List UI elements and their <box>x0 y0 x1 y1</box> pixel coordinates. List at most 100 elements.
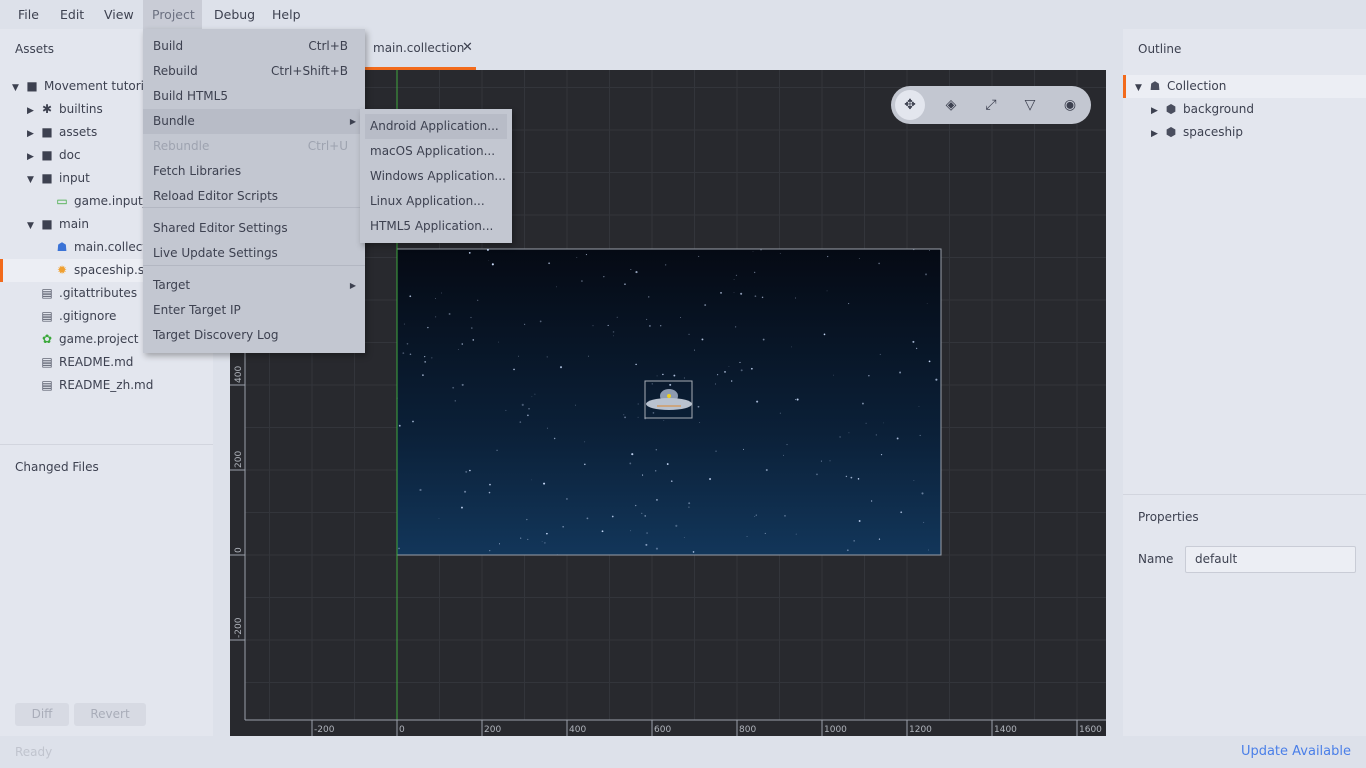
revert-button[interactable]: Revert <box>74 703 146 726</box>
star <box>850 476 853 479</box>
tab-main-collection[interactable]: main.collection ✕ <box>363 29 476 70</box>
star <box>915 347 918 350</box>
chevron-down-icon[interactable]: ▼ <box>27 215 39 236</box>
chevron-right-icon[interactable]: ▶ <box>27 123 39 144</box>
update-available-link[interactable]: Update Available <box>1241 744 1351 759</box>
asset-item[interactable]: ▼ ■ Movement tutoria <box>12 75 151 98</box>
x-tick-label: 1600 <box>1079 725 1102 735</box>
bundle-item[interactable]: Android Application... <box>365 114 507 139</box>
chevron-right-icon[interactable]: ▶ <box>27 100 39 121</box>
menu-item-rebuild[interactable]: Rebuild Ctrl+Shift+B <box>143 59 365 84</box>
menu-item-enter-target-ip[interactable]: Enter Target IP <box>143 298 365 323</box>
menu-item-shared-editor-settings[interactable]: Shared Editor Settings <box>143 216 365 241</box>
star <box>666 463 669 465</box>
star <box>740 292 743 295</box>
star <box>656 375 658 377</box>
chevron-right-icon[interactable]: ▶ <box>1151 100 1163 121</box>
menu-debug[interactable]: Debug <box>205 0 264 29</box>
bundle-item[interactable]: Windows Application... <box>365 164 507 189</box>
star <box>697 405 700 408</box>
asset-item[interactable]: ✹ spaceship.scr <box>54 259 156 282</box>
star <box>524 323 526 325</box>
bundle-item[interactable]: Linux Application... <box>365 189 507 214</box>
diff-button[interactable]: Diff <box>15 703 69 726</box>
chevron-down-icon[interactable]: ▼ <box>27 169 39 190</box>
bundle-item[interactable]: HTML5 Application... <box>365 214 507 239</box>
star <box>644 515 646 517</box>
menu-edit[interactable]: Edit <box>51 0 93 29</box>
asset-label: input <box>59 171 90 185</box>
asset-item[interactable]: ▶ ■ doc <box>27 144 81 167</box>
asset-item[interactable]: ▭ game.input_l <box>54 190 152 213</box>
close-icon[interactable]: ✕ <box>462 40 473 55</box>
star <box>461 506 463 509</box>
chevron-down-icon[interactable]: ▼ <box>12 77 24 98</box>
menu-item-fetch-libraries[interactable]: Fetch Libraries <box>143 159 365 184</box>
chevron-right-icon[interactable]: ▶ <box>27 146 39 167</box>
scene-toolbar: ✥ ◈ ⤢ ▽ ◉ <box>891 86 1091 124</box>
outline-item-spaceship[interactable]: ▶ ⬢ spaceship <box>1151 121 1243 144</box>
asset-item[interactable]: ▤ .gitattributes <box>39 282 137 305</box>
menu-item-reload-editor-scripts[interactable]: Reload Editor Scripts <box>143 184 365 209</box>
menu-help[interactable]: Help <box>263 0 310 29</box>
asset-item[interactable]: ▤ README_zh.md <box>39 374 153 397</box>
star <box>566 498 568 500</box>
menu-view[interactable]: View <box>95 0 143 29</box>
menu-file[interactable]: File <box>9 0 48 29</box>
star <box>409 353 412 356</box>
menu-item-target-discovery-log[interactable]: Target Discovery Log <box>143 323 365 348</box>
outline-item-background[interactable]: ▶ ⬢ background <box>1151 98 1254 121</box>
asset-item[interactable]: ▼ ■ input <box>27 167 90 190</box>
cube-icon: ⬢ <box>1165 102 1177 116</box>
menu-project[interactable]: Project <box>143 0 202 29</box>
star <box>406 343 409 345</box>
star <box>630 530 632 532</box>
rotate-tool-icon[interactable]: ◈ <box>936 90 966 120</box>
asset-item[interactable]: ▶ ■ assets <box>27 121 97 144</box>
star <box>683 377 685 379</box>
move-tool-icon[interactable]: ✥ <box>895 90 925 120</box>
asset-item[interactable]: ▶ ✱ builtins <box>27 98 103 121</box>
asset-label: game.input_l <box>74 194 153 208</box>
menu-item-label: Reload Editor Scripts <box>153 189 279 203</box>
menu-item-label: Target <box>153 278 191 292</box>
star <box>611 515 614 518</box>
visibility-icon[interactable]: ◉ <box>1055 90 1085 120</box>
star <box>648 324 651 327</box>
star <box>403 323 405 325</box>
asset-item[interactable]: ▼ ■ main <box>27 213 89 236</box>
chevron-down-icon[interactable]: ▼ <box>1135 77 1147 98</box>
star <box>655 449 658 451</box>
star <box>646 318 648 320</box>
chevron-right-icon[interactable]: ▶ <box>1151 123 1163 144</box>
asset-item[interactable]: ✿ game.project <box>39 328 139 351</box>
star <box>641 474 644 476</box>
menu-item-build-html5[interactable]: Build HTML5 <box>143 84 365 109</box>
star <box>496 449 498 451</box>
menu-item-target[interactable]: Target ▶ <box>143 273 365 298</box>
star <box>733 292 735 293</box>
star <box>816 473 818 476</box>
puzzle-icon: ✱ <box>41 102 53 116</box>
x-tick-label: -200 <box>314 725 335 735</box>
asset-item[interactable]: ☗ main.collecti <box>54 236 151 259</box>
bundle-item[interactable]: macOS Application... <box>365 139 507 164</box>
shortcut-label: Ctrl+B <box>308 39 348 53</box>
perspective-icon[interactable]: ▽ <box>1015 90 1045 120</box>
star <box>913 480 915 481</box>
asset-item[interactable]: ▤ .gitignore <box>39 305 116 328</box>
menu-item-live-update-settings[interactable]: Live Update Settings <box>143 241 365 266</box>
folder-icon: ■ <box>41 148 53 162</box>
outline-item-collection[interactable]: ▼ ☗ Collection <box>1135 75 1226 98</box>
star <box>912 340 915 343</box>
star <box>457 349 459 350</box>
name-field[interactable]: default <box>1185 546 1356 573</box>
star <box>601 530 604 533</box>
asset-item[interactable]: ▤ README.md <box>39 351 133 374</box>
star <box>662 373 664 376</box>
star <box>779 412 781 414</box>
scale-tool-icon[interactable]: ⤢ <box>976 90 1006 120</box>
menu-item-build[interactable]: Build Ctrl+B <box>143 34 365 59</box>
menu-item-bundle[interactable]: Bundle ▶ <box>143 109 365 134</box>
star <box>715 383 717 385</box>
